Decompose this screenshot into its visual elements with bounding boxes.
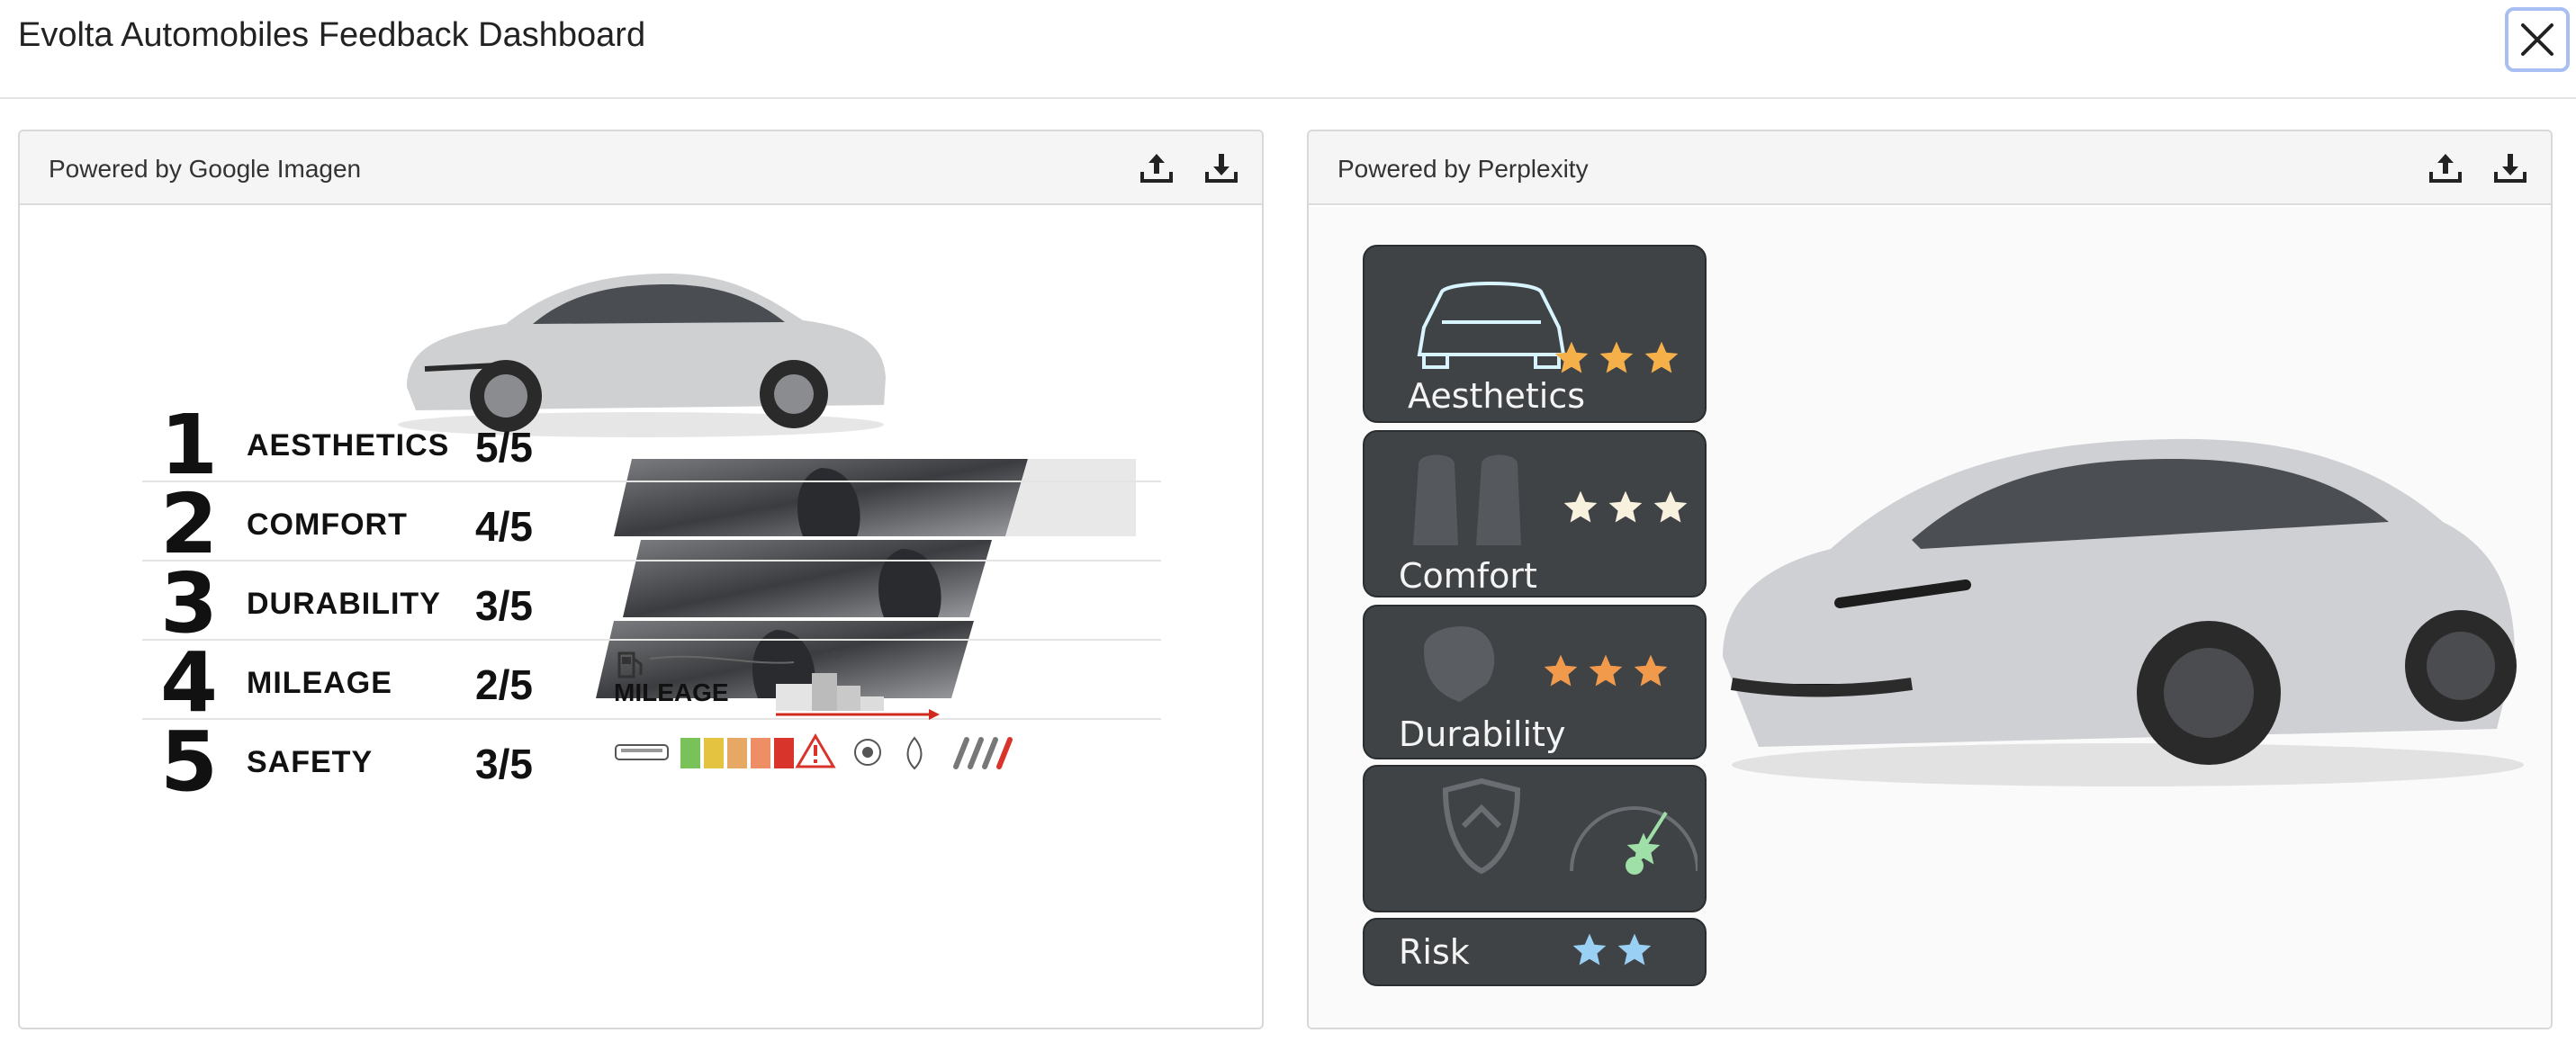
star-rating	[1624, 830, 1663, 869]
mileage-chart	[649, 655, 940, 720]
share-button[interactable]	[1136, 148, 1177, 189]
panel-caption: Powered by Google Imagen	[49, 155, 362, 183]
rank-number: 4	[160, 634, 219, 731]
metric-label: COMFORT	[247, 508, 408, 542]
safety-graphic	[614, 731, 1028, 780]
close-icon	[2521, 23, 2553, 56]
download-icon	[2494, 154, 2526, 183]
safety-icons	[615, 733, 1013, 770]
star-icon	[1554, 341, 1589, 373]
metric-label: AESTHETICS	[247, 428, 450, 463]
star-icon	[1599, 341, 1634, 373]
metric-score: 4/5	[475, 503, 533, 550]
share-button[interactable]	[2425, 148, 2466, 189]
metric-score: 2/5	[475, 661, 533, 708]
metric-label: SAFETY	[247, 745, 374, 779]
star-icon	[1634, 654, 1668, 687]
download-button[interactable]	[2490, 148, 2531, 189]
star-icon	[1653, 490, 1688, 523]
star-rating	[1570, 930, 1654, 970]
star-rating	[1552, 338, 1681, 378]
rating-card-risk: Risk	[1363, 918, 1707, 986]
panel-header: Powered by Google Imagen	[20, 131, 1262, 205]
metric-score: 3/5	[475, 582, 533, 629]
rating-card-aesthetics: Aesthetics	[1363, 245, 1707, 423]
star-icon	[1608, 490, 1643, 523]
card-label: Aesthetics	[1408, 376, 1586, 416]
metric-score: 5/5	[475, 424, 533, 471]
share-upload-icon	[1140, 154, 1173, 183]
rank-number: 3	[160, 555, 219, 651]
card-label: Risk	[1399, 932, 1470, 972]
rating-row-comfort: 2 COMFORT 4/5	[142, 476, 1161, 572]
metric-label: MILEAGE	[247, 666, 392, 700]
star-icon	[1563, 490, 1598, 523]
rating-card-safety	[1363, 765, 1707, 912]
star-icon	[1644, 341, 1679, 373]
rating-card-durability: Durability	[1363, 605, 1707, 759]
close-button[interactable]	[2505, 7, 2570, 72]
rank-number: 5	[160, 714, 219, 810]
perplexity-panel: Powered by Perplexity Aesthetics Comfort…	[1307, 130, 2553, 1029]
star-icon	[1626, 832, 1661, 865]
star-rating	[1561, 488, 1690, 527]
panel-caption: Powered by Perplexity	[1338, 155, 1589, 183]
seats-icon	[1413, 454, 1521, 545]
imagen-infographic: 1 AESTHETICS 5/5 2 COMFORT 4/5 3 DURABIL…	[20, 207, 1262, 1028]
rating-row-aesthetics: 1 AESTHETICS 5/5	[142, 397, 1161, 493]
panel-header: Powered by Perplexity	[1309, 131, 2551, 205]
star-icon	[1589, 654, 1623, 687]
dashboard-header: Evolta Automobiles Feedback Dashboard	[0, 0, 2576, 99]
rank-number: 1	[160, 397, 219, 493]
imagen-panel: Powered by Google Imagen 1 AESTHETICS 5/…	[18, 130, 1264, 1029]
sedan-image	[1723, 438, 2524, 786]
download-button[interactable]	[1201, 148, 1242, 189]
card-label: Durability	[1399, 714, 1566, 754]
seat-shape-icon	[1424, 626, 1495, 702]
rating-row-durability: 3 DURABILITY 3/5	[142, 555, 1161, 651]
rank-number: 2	[160, 476, 219, 572]
share-upload-icon	[2429, 154, 2462, 183]
star-icon	[1544, 654, 1578, 687]
star-rating	[1541, 651, 1671, 691]
page-title: Evolta Automobiles Feedback Dashboard	[18, 16, 646, 54]
metric-label: DURABILITY	[247, 587, 441, 621]
rating-card-comfort: Comfort	[1363, 430, 1707, 597]
perplexity-infographic: Aesthetics Comfort Durability Risk	[1309, 207, 2551, 1028]
download-icon	[1205, 154, 1238, 183]
star-icon	[1572, 933, 1607, 966]
star-icon	[1617, 933, 1652, 966]
metric-score: 3/5	[475, 741, 533, 787]
card-label: Comfort	[1399, 556, 1537, 596]
